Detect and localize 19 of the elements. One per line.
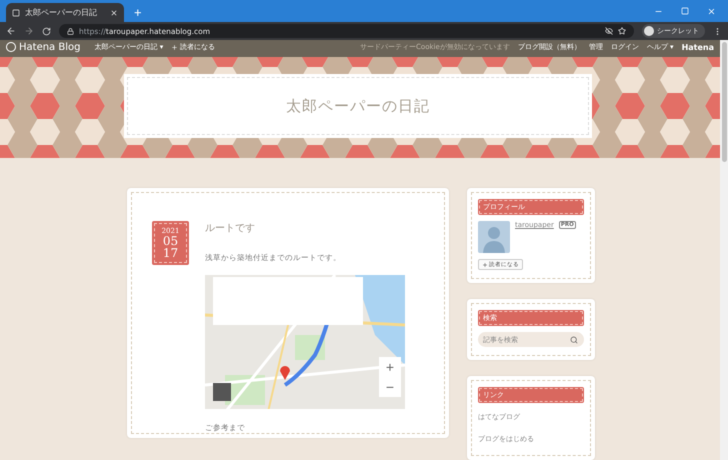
post-title[interactable]: ルートです [205,221,405,235]
hatena-blog-logo[interactable]: Hatena Blog [6,42,80,53]
search-icon[interactable] [570,336,578,344]
lock-icon [67,28,74,34]
plus-icon [482,262,488,268]
browser-tab[interactable]: 太郎ペーパーの日記 [6,3,124,22]
plus-icon [171,44,178,51]
reload-icon[interactable] [42,26,51,36]
avatar-icon [478,221,510,253]
forward-icon[interactable] [24,26,34,36]
new-tab-button[interactable]: + [130,3,146,22]
maximize-icon[interactable] [681,7,689,15]
star-icon[interactable] [618,27,626,35]
back-icon[interactable] [6,26,16,36]
page-icon [12,8,20,16]
close-icon[interactable] [110,8,118,16]
eye-off-icon[interactable] [605,27,613,35]
hatena-link[interactable]: Hatena [682,42,714,52]
scrollbar[interactable] [720,40,728,460]
